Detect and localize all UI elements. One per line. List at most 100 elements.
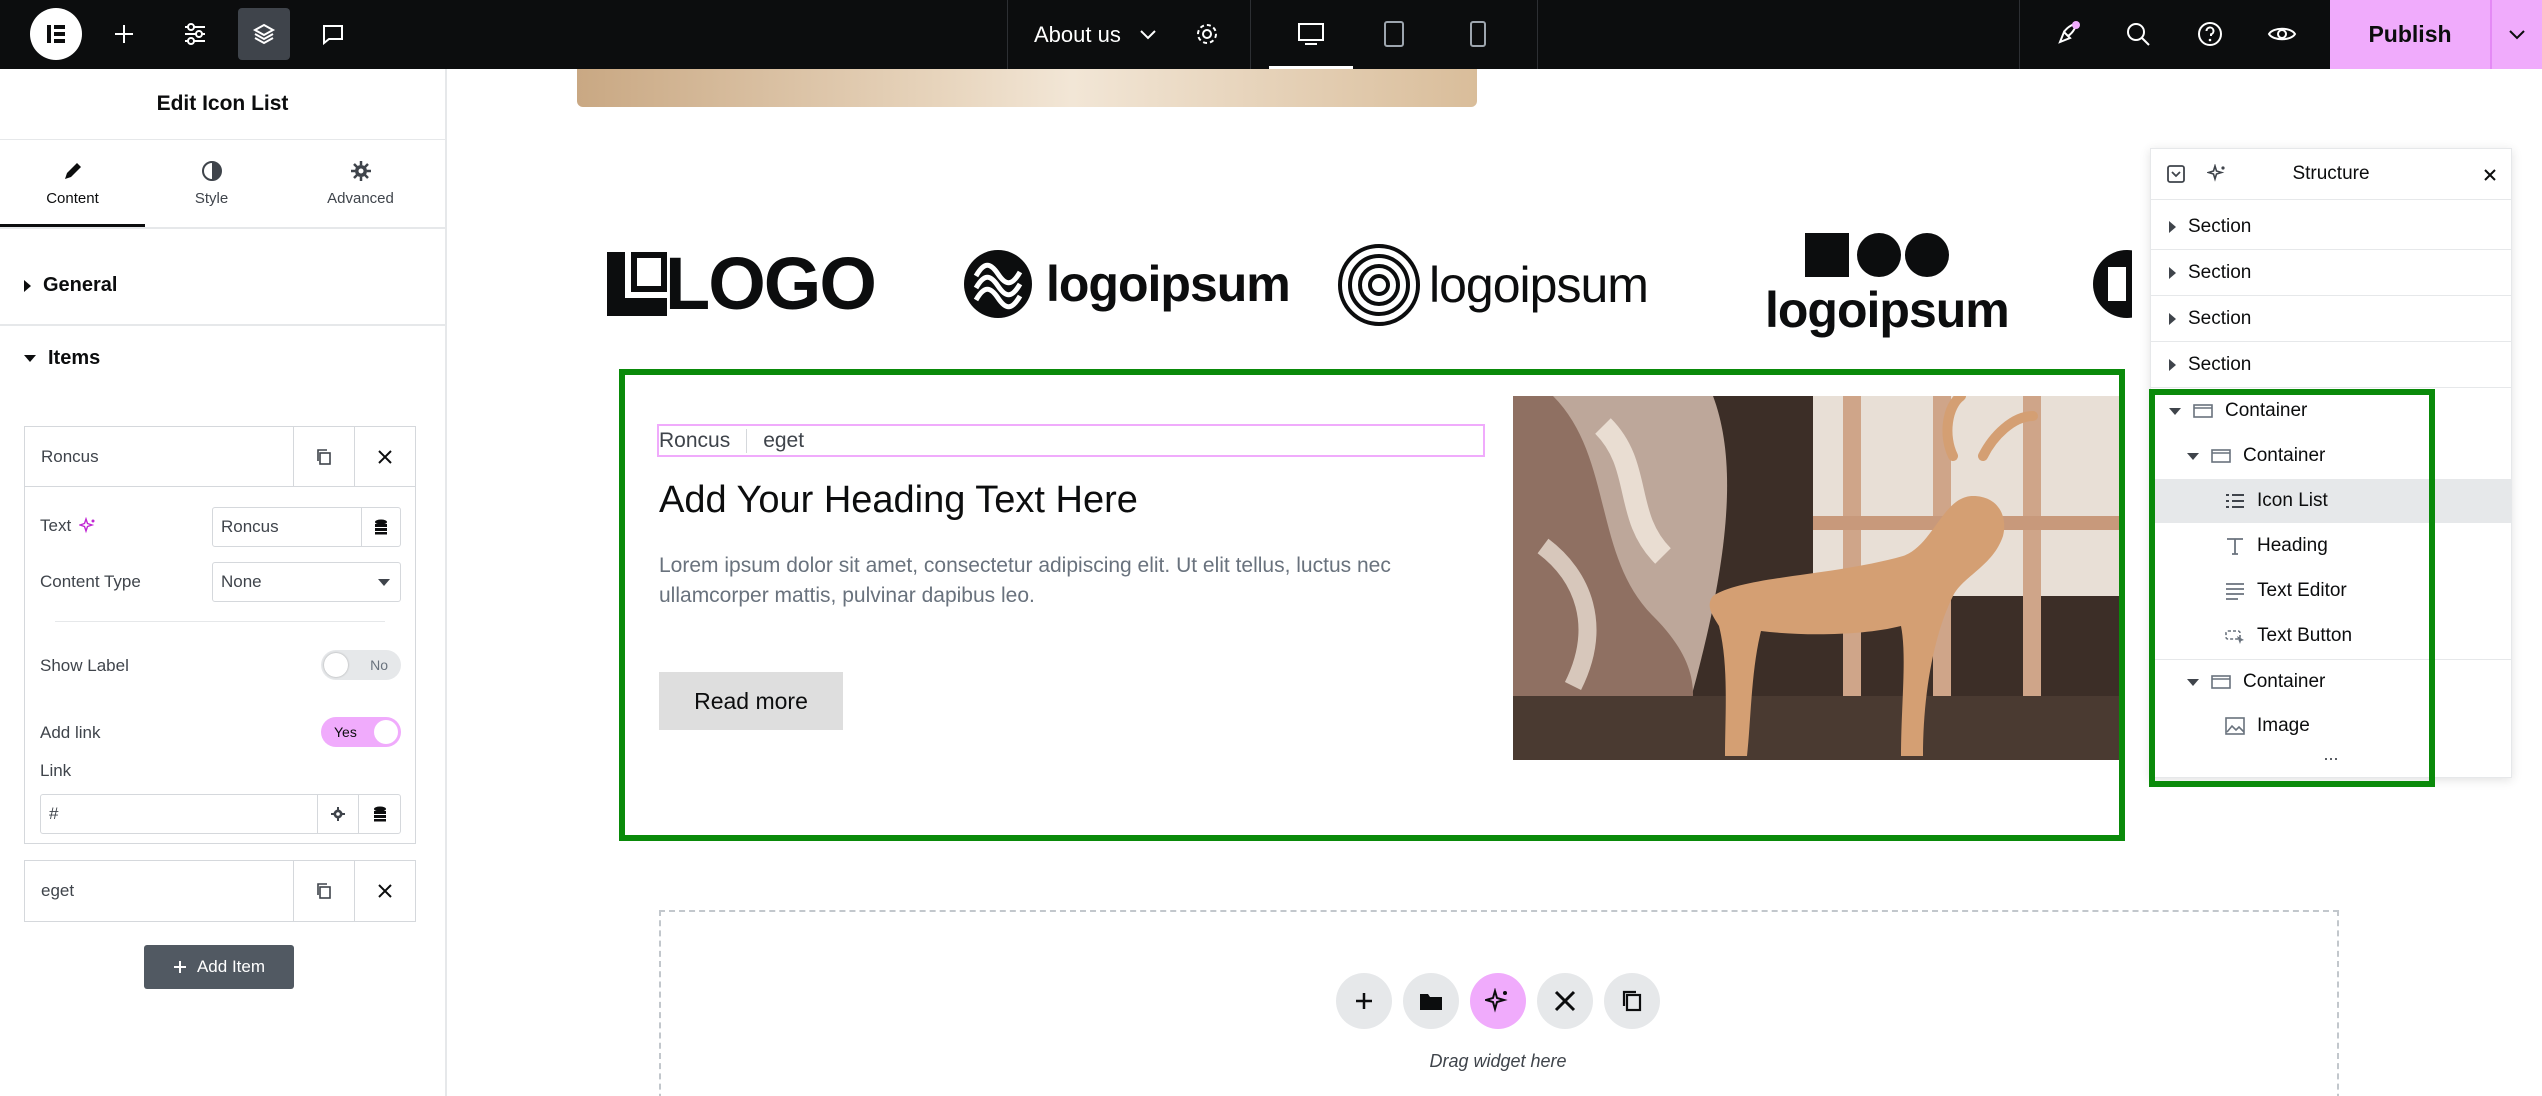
caret-right-icon [2169, 313, 2176, 325]
image-icon [2225, 717, 2245, 735]
top-bar: About us Publish [0, 0, 2542, 69]
separator [2490, 0, 2492, 69]
search-icon[interactable] [2118, 14, 2158, 54]
icon-list-item[interactable]: Roncus [659, 428, 748, 453]
navigator-container[interactable]: Container [2151, 659, 2511, 704]
publish-options-chevron-icon[interactable] [2492, 0, 2542, 69]
tablet-view-icon[interactable] [1374, 14, 1414, 54]
logo-2[interactable]: logoipsum [962, 249, 1291, 319]
caret-right-icon [2169, 359, 2176, 371]
add-template-button[interactable] [1403, 973, 1459, 1029]
logoipsum-spiral-icon [1338, 244, 1420, 326]
repeater-item-header[interactable]: Roncus [25, 427, 293, 487]
link-options-button[interactable] [317, 794, 359, 834]
text-input[interactable]: Roncus [212, 507, 362, 547]
icon-list-item[interactable]: eget [747, 429, 804, 453]
structure-title: Structure [2292, 163, 2370, 184]
navigator-section[interactable]: Section [2151, 205, 2511, 250]
navigator-section[interactable]: Section [2151, 297, 2511, 342]
logo-mark-icon [607, 252, 667, 316]
container-icon [2193, 404, 2213, 418]
navigator-section[interactable]: Section [2151, 343, 2511, 388]
close-icon[interactable] [2483, 168, 2497, 182]
editor-panel: Edit Icon List Content Style Advanced Ge… [0, 69, 447, 1096]
show-label-toggle[interactable]: No [321, 650, 401, 680]
publish-button[interactable]: Publish [2330, 0, 2490, 69]
text-editor-widget[interactable]: Lorem ipsum dolor sit amet, consectetur … [659, 551, 1459, 611]
tab-style[interactable]: Style [139, 139, 284, 227]
navigator-image[interactable]: Image [2151, 704, 2511, 748]
repeater-item-header[interactable]: eget [25, 861, 293, 921]
navigator-heading[interactable]: Heading [2151, 524, 2511, 568]
read-more-button[interactable]: Read more [659, 672, 843, 730]
help-icon[interactable] [2190, 14, 2230, 54]
logoipsum-blocks-icon [1805, 233, 1949, 277]
caret-down-icon [24, 355, 36, 362]
add-section-button[interactable] [1336, 973, 1392, 1029]
ai-generate-button[interactable] [1470, 973, 1526, 1029]
separator [1007, 0, 1008, 69]
pencil-icon [64, 162, 81, 179]
dynamic-tags-button[interactable] [361, 507, 401, 547]
icon-list-widget[interactable]: Roncus eget [657, 424, 1485, 457]
ai-sparkle-icon[interactable] [2207, 164, 2227, 184]
link-dynamic-tags-button[interactable] [358, 794, 401, 834]
database-icon [375, 519, 387, 535]
navigator-section[interactable]: Section [2151, 251, 2511, 296]
x-logo-icon [1554, 990, 1576, 1012]
ai-sparkle-icon[interactable] [79, 517, 97, 535]
heading-widget[interactable]: Add Your Heading Text Here [659, 479, 1138, 522]
mobile-view-icon[interactable] [1458, 14, 1498, 54]
collapse-dropdown-icon[interactable] [2167, 165, 2185, 183]
navigator-text-button[interactable]: Text Button [2151, 614, 2511, 658]
heading-icon [2227, 538, 2243, 555]
page-settings-gear-icon[interactable] [1187, 14, 1227, 54]
desktop-view-icon[interactable] [1291, 14, 1331, 54]
tab-advanced[interactable]: Advanced [288, 139, 433, 227]
remove-item-button[interactable] [354, 427, 415, 487]
add-item-button[interactable]: Add Item [144, 945, 294, 989]
add-element-icon[interactable] [104, 14, 144, 54]
caret-right-icon [2169, 267, 2176, 279]
navigator-container[interactable]: Container [2151, 434, 2511, 478]
preview-eye-icon[interactable] [2262, 14, 2302, 54]
navigator-text-editor[interactable]: Text Editor [2151, 569, 2511, 613]
toggle-knob [324, 653, 348, 677]
settings-sliders-icon[interactable] [175, 14, 215, 54]
caret-down-icon [378, 578, 390, 586]
duplicate-item-button[interactable] [293, 861, 354, 921]
caret-down-icon [2187, 678, 2199, 686]
navigator-icon-list-selected[interactable]: Icon List [2151, 479, 2511, 523]
elementor-logo-icon[interactable] [30, 8, 82, 60]
section-general-toggle[interactable]: General [24, 274, 117, 297]
logo-3[interactable]: logoipsum [1337, 243, 1649, 327]
page-name-dropdown[interactable]: About us [1034, 0, 1157, 69]
close-icon [378, 449, 392, 464]
chevron-down-icon [1140, 29, 1156, 39]
ai-sparkle-icon [1485, 988, 1508, 1013]
copy-icon [317, 448, 331, 465]
structure-panel: Structure Section Section Section Sectio… [2149, 148, 2512, 787]
notifications-rocket-icon[interactable] [2048, 14, 2088, 54]
top-image[interactable] [577, 69, 1477, 107]
divider [0, 227, 445, 229]
logo-5-partial[interactable] [2092, 249, 2132, 319]
content-type-select[interactable]: None [212, 562, 401, 602]
comments-icon[interactable] [313, 14, 353, 54]
x-social-button[interactable] [1537, 973, 1593, 1029]
copy-icon [317, 883, 331, 899]
repeater-item-roncus: Roncus Text Roncus Content Type None Sho… [24, 426, 416, 844]
tab-content[interactable]: Content [0, 139, 145, 227]
drag-widget-hint: Drag widget here [1429, 1051, 1567, 1071]
logo-1[interactable]: LOGO [607, 247, 877, 321]
logo-4[interactable]: logoipsum [1765, 231, 2010, 339]
structure-layers-icon[interactable] [238, 8, 290, 60]
image-widget[interactable] [1513, 396, 2119, 760]
add-link-toggle[interactable]: Yes [321, 717, 401, 747]
navigator-container[interactable]: Container [2151, 389, 2511, 433]
duplicate-item-button[interactable] [293, 427, 354, 487]
section-items-toggle[interactable]: Items [24, 347, 100, 370]
remove-item-button[interactable] [354, 861, 415, 921]
paste-button[interactable] [1604, 973, 1660, 1029]
link-url-input[interactable]: # [40, 794, 318, 834]
